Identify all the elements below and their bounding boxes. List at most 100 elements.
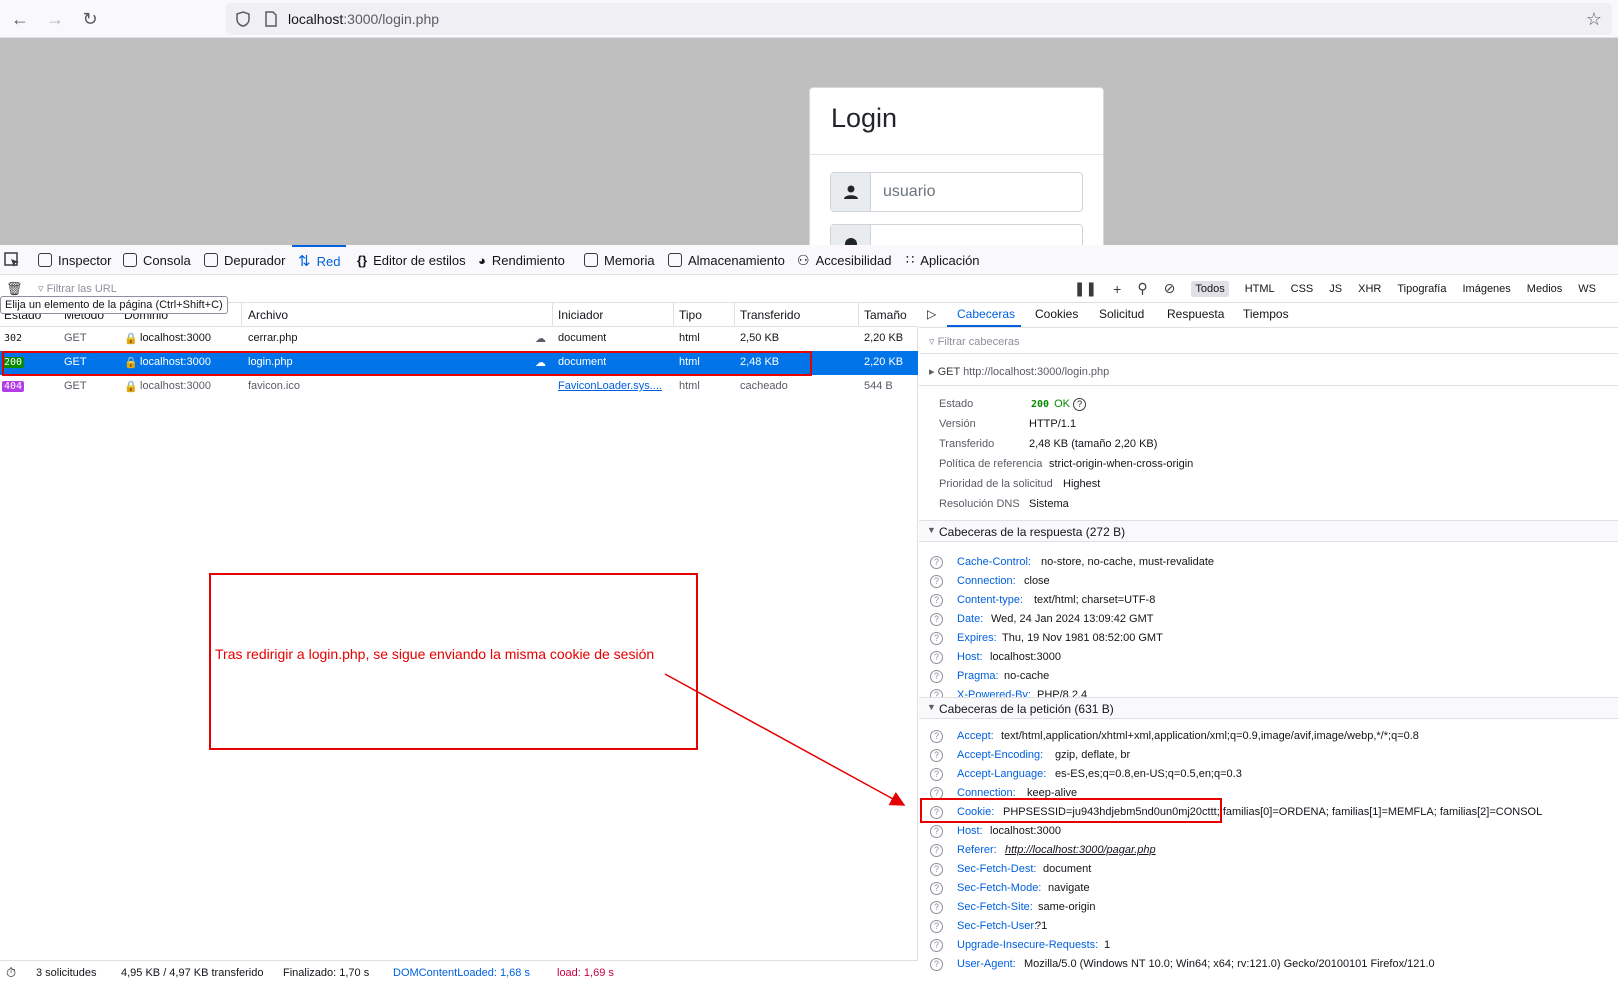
header-name: Content-type: (957, 594, 1024, 606)
login-card: Login usuario (809, 87, 1104, 245)
col-size[interactable]: Tamaño (864, 308, 907, 322)
header-row[interactable]: ? Referer: http://localhost:3000/pagar.php (919, 841, 1618, 860)
help-icon[interactable]: ? (930, 863, 943, 876)
username-field[interactable]: usuario (883, 183, 935, 201)
header-row[interactable]: ? Sec-Fetch-Dest: document (919, 860, 1618, 879)
tab-memory[interactable]: Memoria (584, 245, 655, 275)
help-icon[interactable]: ? (930, 651, 943, 664)
table-row[interactable]: 302 GET 🔒 localhost:3000 cerrar.php ☁ do… (0, 327, 918, 351)
help-icon[interactable]: ? (930, 670, 943, 683)
tab-console[interactable]: Consola (123, 245, 191, 275)
header-row[interactable]: ? Host: localhost:3000 (919, 822, 1618, 841)
header-row[interactable]: ? Pragma: no-cache (919, 667, 1618, 686)
help-icon[interactable]: ? (930, 844, 943, 857)
element-picker-icon[interactable] (4, 245, 20, 275)
filter-html[interactable]: HTML (1245, 283, 1275, 295)
tab-response[interactable]: Respuesta (1167, 307, 1224, 321)
back-icon[interactable]: ← (7, 6, 33, 32)
help-icon[interactable]: ? (930, 730, 943, 743)
forward-icon[interactable]: → (42, 6, 68, 32)
header-row[interactable]: ? Date: Wed, 24 Jan 2024 13:09:42 GMT (919, 610, 1618, 629)
reload-icon[interactable]: ↻ (77, 6, 103, 32)
headers-filter-input[interactable]: ▿ Filtrar cabeceras (929, 335, 1020, 348)
shield-icon[interactable] (236, 11, 250, 27)
password-input-group[interactable] (830, 224, 1083, 245)
request-headers-section[interactable]: ▼ Cabeceras de la petición (631 B) (919, 697, 1618, 719)
help-icon[interactable]: ? (930, 594, 943, 607)
tab-application[interactable]: ∷ Aplicación (906, 245, 980, 275)
tab-performance[interactable]: ◕ Rendimiento (478, 245, 565, 275)
col-file[interactable]: Archivo (248, 308, 288, 322)
header-row[interactable]: ? Cache-Control: no-store, no-cache, must-… (919, 553, 1618, 572)
header-row[interactable]: ? Accept-Encoding: gzip, deflate, br (919, 746, 1618, 765)
filter-all[interactable]: Todos (1191, 280, 1229, 297)
header-row[interactable]: ? Cookie: PHPSESSID=ju943hdjebm5nd0un0mj20… (919, 803, 1618, 822)
help-icon[interactable]: ? (930, 787, 943, 800)
help-icon[interactable]: ? (930, 958, 943, 971)
tab-timings[interactable]: Tiempos (1243, 307, 1289, 321)
plus-icon[interactable]: + (1113, 281, 1121, 297)
header-value: Thu, 19 Nov 1981 08:52:00 GMT (1002, 632, 1163, 644)
header-row[interactable]: ? Accept-Language: es-ES,es;q=0.8,en-US;q=… (919, 765, 1618, 784)
help-icon[interactable]: ? (930, 575, 943, 588)
search-icon[interactable]: ⚲ (1137, 280, 1147, 297)
header-name: Connection: (957, 787, 1016, 799)
filter-xhr[interactable]: XHR (1358, 283, 1381, 295)
help-icon[interactable]: ? (930, 882, 943, 895)
table-row[interactable]: 200 GET 🔒 localhost:3000 login.php ☁ doc… (0, 351, 918, 375)
filter-js[interactable]: JS (1329, 283, 1342, 295)
header-value: no-store, no-cache, must-revalidate (1041, 556, 1215, 568)
header-row[interactable]: ? Accept: text/html,application/xhtml+xml,… (919, 727, 1618, 746)
tab-accessibility[interactable]: ⚇ Accesibilidad (797, 245, 891, 275)
col-transferred[interactable]: Transferido (740, 308, 800, 322)
sidebar-toggle-icon[interactable]: ▷ (927, 307, 936, 321)
transferred-total: 4,95 KB / 4,97 KB transferido (121, 967, 264, 979)
block-icon[interactable]: ⊘ (1164, 280, 1176, 297)
tab-cookies[interactable]: Cookies (1035, 307, 1078, 321)
help-icon[interactable]: ? (930, 749, 943, 762)
tab-request[interactable]: Solicitud (1099, 307, 1144, 321)
header-row[interactable]: ? Sec-Fetch-Site: same-origin (919, 898, 1618, 917)
tab-network[interactable]: ⇅ Red (292, 245, 347, 275)
tab-debugger[interactable]: Depurador (204, 245, 285, 275)
header-row[interactable]: ? Host: localhost:3000 (919, 648, 1618, 667)
tab-style-editor[interactable]: {} Editor de estilos (357, 245, 466, 275)
header-row[interactable]: ? Connection: keep-alive (919, 784, 1618, 803)
url-bar[interactable]: localhost:3000/login.php ☆ (226, 3, 1612, 35)
help-icon[interactable]: ? (930, 806, 943, 819)
filter-fonts[interactable]: Tipografía (1397, 283, 1446, 295)
filter-media[interactable]: Medios (1527, 283, 1562, 295)
help-icon[interactable]: ? (930, 939, 943, 952)
bookmark-star-icon[interactable]: ☆ (1586, 9, 1602, 30)
col-type[interactable]: Tipo (679, 308, 702, 322)
trash-icon[interactable]: 🗑 (6, 281, 23, 297)
header-row[interactable]: ? Upgrade-Insecure-Requests: 1 (919, 936, 1618, 955)
help-icon[interactable]: ? (930, 556, 943, 569)
filter-ws[interactable]: WS (1578, 283, 1596, 295)
header-row[interactable]: ? Content-type: text/html; charset=UTF-8 (919, 591, 1618, 610)
tab-headers[interactable]: Cabeceras (957, 307, 1015, 321)
header-row[interactable]: ? Sec-Fetch-User: ?1 (919, 917, 1618, 936)
help-icon[interactable]: ? (930, 768, 943, 781)
username-input-group[interactable]: usuario (830, 172, 1083, 212)
response-headers-section[interactable]: ▼ Cabeceras de la respuesta (272 B) (919, 520, 1618, 542)
header-row[interactable]: ? Sec-Fetch-Mode: navigate (919, 879, 1618, 898)
header-row[interactable]: ? Connection: close (919, 572, 1618, 591)
url-filter-input[interactable]: ▿ Filtrar las URL (38, 282, 117, 295)
filter-css[interactable]: CSS (1291, 283, 1314, 295)
help-icon[interactable]: ? (930, 632, 943, 645)
table-row[interactable]: 404 GET 🔒 localhost:3000 favicon.ico Fav… (0, 375, 918, 399)
header-row[interactable]: ? User-Agent: Mozilla/5.0 (Windows NT 10.0… (919, 955, 1618, 974)
row-initiator-link[interactable]: FaviconLoader.sys.... (558, 380, 666, 392)
col-initiator[interactable]: Iniciador (558, 308, 603, 322)
tab-inspector[interactable]: Inspector (38, 245, 111, 275)
pause-icon[interactable]: ❚❚ (1074, 280, 1097, 297)
filter-images[interactable]: Imágenes (1462, 283, 1510, 295)
help-icon[interactable]: ? (930, 901, 943, 914)
help-icon[interactable]: ? (930, 825, 943, 838)
tab-storage[interactable]: Almacenamiento (668, 245, 785, 275)
help-icon[interactable]: ? (930, 920, 943, 933)
header-row[interactable]: ? Expires: Thu, 19 Nov 1981 08:52:00 GMT (919, 629, 1618, 648)
help-icon[interactable]: ? (930, 613, 943, 626)
request-summary[interactable]: ▸ GET http://localhost:3000/login.php (929, 365, 1109, 378)
